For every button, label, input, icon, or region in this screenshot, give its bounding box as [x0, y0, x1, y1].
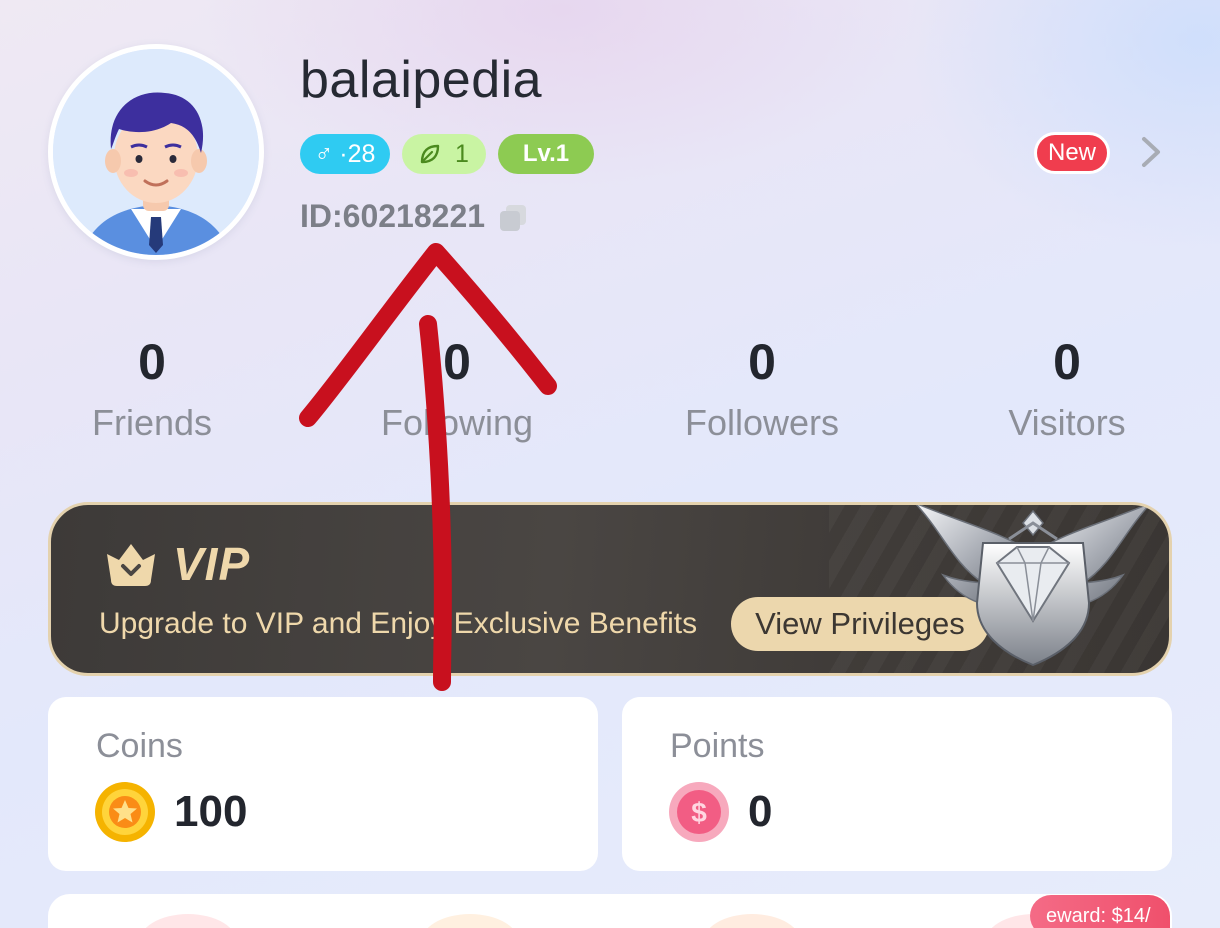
- stat-friends[interactable]: 0 Friends: [22, 330, 282, 444]
- diamond-emblem-icon: [915, 505, 1151, 667]
- stat-label: Following: [380, 402, 534, 443]
- stat-value: 0: [1053, 334, 1081, 390]
- leaf-icon: [420, 144, 440, 164]
- task-icon-bg: [420, 914, 520, 928]
- vip-header: VIP: [103, 537, 250, 591]
- vip-banner[interactable]: VIP Upgrade to VIP and Enjoy Exclusive B…: [48, 502, 1172, 676]
- reward-tag: eward: $14/: [1030, 895, 1170, 928]
- age-value: ·28: [339, 139, 376, 168]
- coins-row: 100: [94, 781, 247, 843]
- stat-following[interactable]: 0 Following: [327, 330, 587, 444]
- stat-value: 0: [748, 334, 776, 390]
- avatar[interactable]: [48, 44, 264, 260]
- user-id-row: ID:60218221: [300, 198, 527, 235]
- username: balaipedia: [300, 51, 543, 109]
- user-id: ID:60218221: [300, 198, 486, 234]
- stat-label: Visitors: [1008, 402, 1126, 443]
- coin-icon: [95, 782, 155, 842]
- stat-visitors[interactable]: 0 Visitors: [937, 330, 1197, 444]
- leaf-badge[interactable]: 1: [402, 134, 486, 174]
- svg-text:$: $: [691, 797, 707, 828]
- crown-icon: [107, 544, 155, 586]
- copy-icon[interactable]: [497, 202, 527, 232]
- points-icon: $: [669, 782, 729, 842]
- profile-badges: ♂ ·28 1 Lv.1: [300, 134, 594, 174]
- tasks-card: [48, 894, 1172, 928]
- vip-description: Upgrade to VIP and Enjoy Exclusive Benef…: [99, 607, 698, 640]
- stat-label: Friends: [91, 402, 213, 443]
- leaf-count: 1: [455, 139, 469, 168]
- points-card[interactable]: Points $ 0: [622, 697, 1172, 871]
- level-badge[interactable]: Lv.1: [498, 134, 594, 174]
- new-badge[interactable]: New: [1034, 132, 1110, 174]
- points-value: 0: [748, 787, 773, 836]
- coins-value: 100: [174, 787, 248, 836]
- gender-age-badge: ♂ ·28: [300, 134, 390, 174]
- male-icon: ♂: [314, 139, 334, 168]
- coins-card[interactable]: Coins 100: [48, 697, 598, 871]
- stat-value: 0: [443, 334, 471, 390]
- task-icon-bg: [702, 914, 802, 928]
- chevron-right-icon[interactable]: [1134, 135, 1168, 169]
- vip-title: VIP: [173, 538, 251, 590]
- stat-followers[interactable]: 0 Followers: [632, 330, 892, 444]
- points-row: $ 0: [668, 781, 772, 843]
- coins-label: Coins: [96, 727, 183, 765]
- stat-label: Followers: [684, 402, 840, 443]
- stat-value: 0: [138, 334, 166, 390]
- points-label: Points: [670, 727, 765, 765]
- task-icon-bg: [138, 914, 238, 928]
- avatar-illustration: [53, 49, 259, 255]
